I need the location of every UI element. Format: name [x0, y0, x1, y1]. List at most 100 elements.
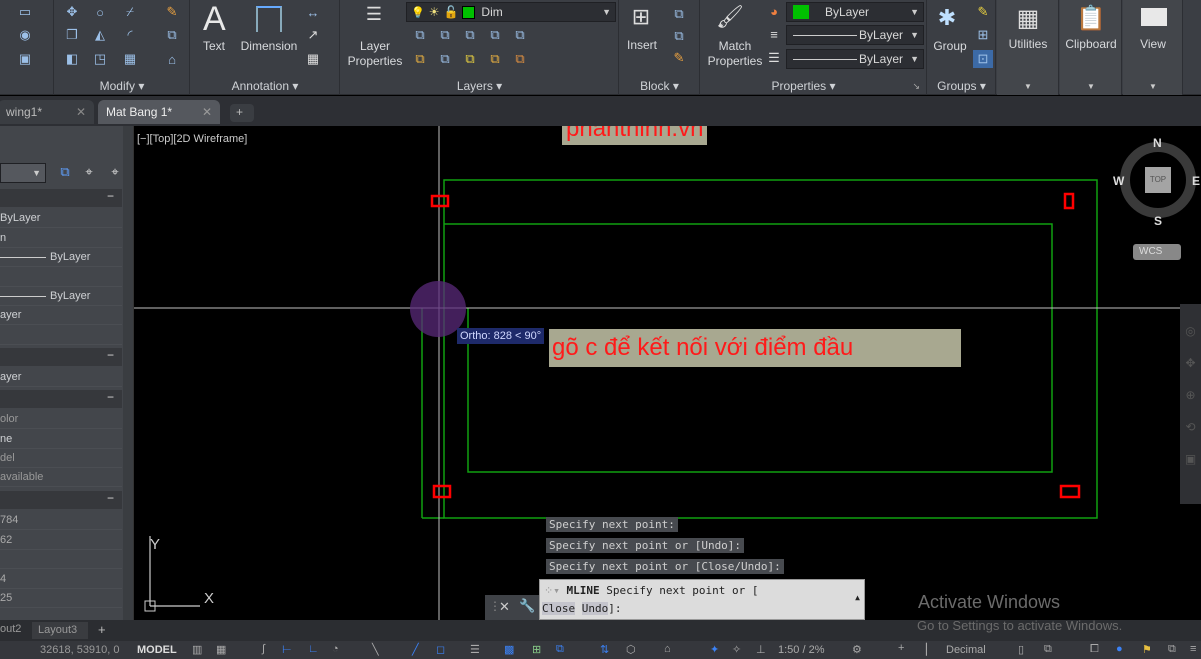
customize-icon[interactable]: 🔧	[519, 598, 535, 614]
utilities-panel[interactable]: ▦ Utilities ▼	[997, 0, 1059, 95]
edit-attributes-icon[interactable]: ✎	[670, 50, 688, 66]
mirror-icon[interactable]: ◭	[91, 27, 109, 43]
view-panel[interactable]: View ▼	[1123, 0, 1183, 95]
prop-center-x[interactable]: 784	[0, 510, 122, 530]
prop-transparency[interactable]: ayer	[0, 305, 122, 325]
isodraft-icon[interactable]: ╲	[372, 643, 379, 656]
toggle-pickadd-icon[interactable]: ⧉	[56, 164, 74, 180]
annotation-visibility-icon[interactable]: ✦	[710, 643, 719, 656]
selection-combo[interactable]: ▼	[0, 163, 46, 183]
workspace-gear-icon[interactable]: ⚙	[852, 643, 862, 656]
units-icon[interactable]: ▏	[926, 643, 934, 656]
insert-button[interactable]: Insert	[624, 38, 660, 53]
coordinates-readout[interactable]: 32618, 53910, 0	[40, 644, 120, 656]
collapse-icon[interactable]: −	[107, 189, 114, 203]
layer-iso-icon[interactable]: ⧉	[411, 27, 429, 43]
prop-plot-style-table[interactable]: ne	[0, 429, 122, 449]
polar-icon[interactable]: ◔	[332, 643, 339, 655]
tab-layout2[interactable]: out2	[0, 623, 21, 635]
lineweight-toggle-icon[interactable]: ☰	[470, 643, 480, 656]
lineweight-combo[interactable]: ByLayer ▼	[786, 25, 924, 45]
object-snap-tracking-icon[interactable]: ╱	[412, 643, 419, 656]
option-undo[interactable]: Undo	[581, 602, 609, 615]
dynamic-ucs-icon[interactable]: ⇅	[600, 643, 609, 656]
close-icon[interactable]: ✕	[76, 105, 86, 119]
edit-block-icon[interactable]: ⧉	[670, 28, 688, 44]
model-space-button[interactable]: MODEL	[137, 644, 177, 656]
prop-color[interactable]: ByLayer	[0, 208, 122, 228]
plot-style-header[interactable]: −	[0, 390, 122, 408]
auto-scale-icon[interactable]: ✧	[732, 643, 741, 656]
collapse-icon[interactable]: −	[107, 348, 114, 362]
option-close[interactable]: Close	[542, 602, 576, 615]
leader-icon[interactable]: ↗	[304, 27, 322, 43]
viewcube-west[interactable]: W	[1113, 174, 1124, 188]
selection-cycling-icon[interactable]: ⊞	[532, 643, 541, 656]
command-history-toggle[interactable]: ▲	[855, 593, 860, 602]
viewcube-top-face[interactable]: TOP	[1145, 167, 1171, 193]
snap-icon[interactable]: ▦	[216, 643, 226, 656]
wcs-menu[interactable]: WCS	[1133, 244, 1181, 260]
layer-walk-icon[interactable]: ⧉	[511, 27, 529, 43]
layer-unlock-icon[interactable]: ⧉	[486, 51, 504, 67]
ungroup-icon[interactable]: ✎	[974, 4, 992, 20]
collapse-icon[interactable]: −	[107, 491, 114, 505]
steering-wheel-icon[interactable]: ◎	[1180, 324, 1201, 338]
color-combo[interactable]: ByLayer ▼	[786, 2, 924, 22]
viewcube-east[interactable]: E	[1192, 174, 1200, 188]
layer-unisolate-icon[interactable]: ⧉	[411, 51, 429, 67]
command-line-input[interactable]: ⁘▾ MLINE Specify next point or [ Close U…	[539, 579, 865, 620]
zoom-extents-icon[interactable]: ⊕	[1180, 388, 1201, 402]
group-edit-icon[interactable]: ⊞	[974, 27, 992, 43]
command-line-handle[interactable]: ⋮ ✕ 🔧	[485, 595, 539, 620]
new-tab-button[interactable]: +	[230, 104, 254, 122]
3d-osnap-icon[interactable]: ⧉	[556, 643, 564, 656]
linear-dim-icon[interactable]: ↔	[304, 4, 322, 20]
object-snap-icon[interactable]: ◻	[436, 643, 445, 656]
lock-ui-icon[interactable]: ⧉	[1044, 643, 1052, 656]
layer-lock-icon[interactable]: ⧉	[486, 27, 504, 43]
infer-constraints-icon[interactable]: ∫	[262, 643, 265, 655]
navigation-bar[interactable]: ◎ ✥ ⊕ ⟲ ▣	[1180, 304, 1201, 504]
select-objects-icon[interactable]: ⌖	[80, 164, 98, 180]
insert-block-icon[interactable]: ⊞	[628, 4, 654, 30]
layer-match-icon[interactable]: ⧉	[436, 27, 454, 43]
ortho-icon[interactable]: ∟	[308, 643, 319, 655]
prop-plot-style[interactable]: olor	[0, 409, 122, 429]
layer-combo[interactable]: 💡 ☀ 🔓 Dim ▼	[406, 2, 616, 22]
selection-filter-icon[interactable]: ⬡	[626, 643, 636, 656]
layer-merge-icon[interactable]: ⧉	[511, 51, 529, 67]
explode-icon[interactable]: ⧉	[163, 27, 181, 43]
fullscreen-icon[interactable]: ⧉	[1168, 643, 1176, 656]
copy-icon[interactable]: ❐	[63, 27, 81, 43]
rectangle-icon[interactable]: ▭	[16, 4, 34, 20]
clean-screen-icon[interactable]: ⚑	[1142, 643, 1152, 656]
customize-menu-icon[interactable]: ≡	[1190, 643, 1196, 655]
prop-height[interactable]: 4	[0, 569, 122, 589]
layer-properties-icon[interactable]: ☰	[365, 4, 383, 24]
block-panel-title[interactable]: Block ▾	[620, 79, 699, 93]
grid-icon[interactable]: ▥	[192, 643, 202, 656]
dimension-icon[interactable]	[256, 6, 282, 32]
units-value[interactable]: Decimal	[946, 644, 986, 656]
3d-visualization-header[interactable]: −	[0, 348, 122, 366]
layer-thaw-icon[interactable]: ⧉	[461, 51, 479, 67]
dynamic-input-icon[interactable]: ⊢	[282, 643, 292, 656]
trim-icon[interactable]: ⌿	[121, 4, 139, 20]
hatch-icon[interactable]: ◉	[16, 27, 34, 43]
close-icon[interactable]: ✕	[499, 599, 510, 615]
tab-drawing1[interactable]: wing1* ✕	[0, 100, 94, 124]
array-icon[interactable]: ▦	[121, 51, 139, 67]
scale-icon[interactable]: ◳	[91, 51, 109, 67]
quick-properties-icon[interactable]: ▯	[1018, 643, 1024, 656]
gizmo-icon[interactable]: ⌂	[664, 643, 671, 655]
annotation-scale-icon[interactable]: ⊥	[756, 643, 766, 656]
hardware-acceleration-icon[interactable]: ●	[1116, 643, 1123, 655]
table-icon[interactable]: ▦	[304, 51, 322, 67]
tab-mat-bang-1[interactable]: Mat Bang 1* ✕	[98, 100, 220, 124]
dialog-launcher-icon[interactable]: ↘	[912, 81, 920, 92]
layer-freeze-icon[interactable]: ⧉	[461, 27, 479, 43]
annotation-panel-title[interactable]: Annotation ▾	[191, 79, 339, 93]
prop-center-y[interactable]: 62	[0, 530, 122, 550]
prop-lineweight[interactable]: ByLayer	[0, 286, 122, 306]
